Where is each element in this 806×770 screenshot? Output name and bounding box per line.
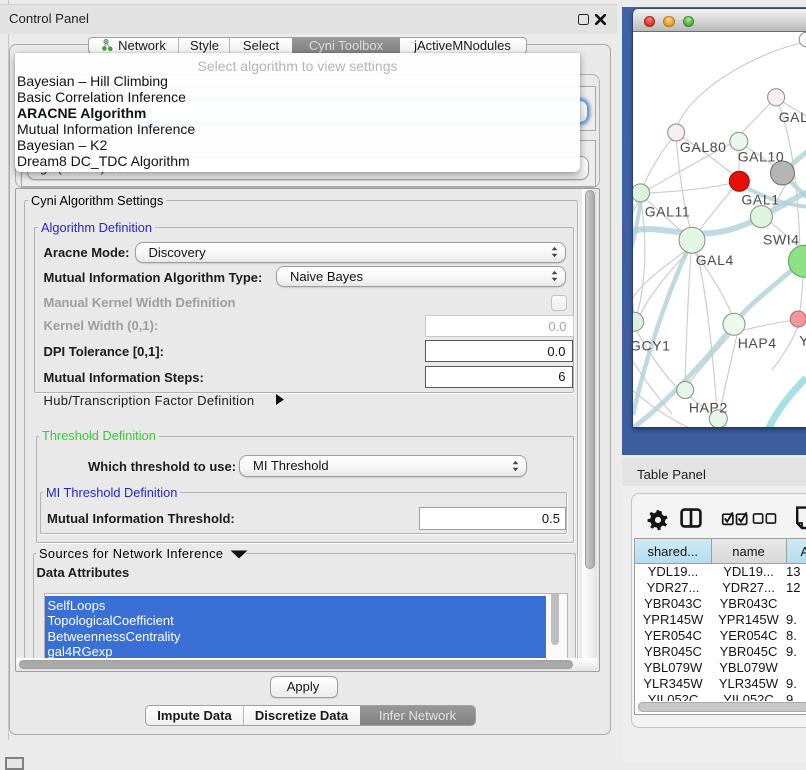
svg-text:Y: Y xyxy=(799,333,806,349)
svg-text:GAL1: GAL1 xyxy=(741,192,779,208)
svg-text:HAP2: HAP2 xyxy=(689,400,728,416)
svg-text:HAP4: HAP4 xyxy=(738,335,777,351)
svg-text:GAL11: GAL11 xyxy=(645,204,691,220)
svg-text:GAL4: GAL4 xyxy=(696,252,734,268)
svg-text:SWI4: SWI4 xyxy=(763,232,800,248)
svg-text:GAL80: GAL80 xyxy=(680,139,727,155)
svg-text:GCY1: GCY1 xyxy=(633,338,671,354)
svg-text:GAL10: GAL10 xyxy=(738,149,785,165)
svg-text:GAL: GAL xyxy=(779,109,806,125)
